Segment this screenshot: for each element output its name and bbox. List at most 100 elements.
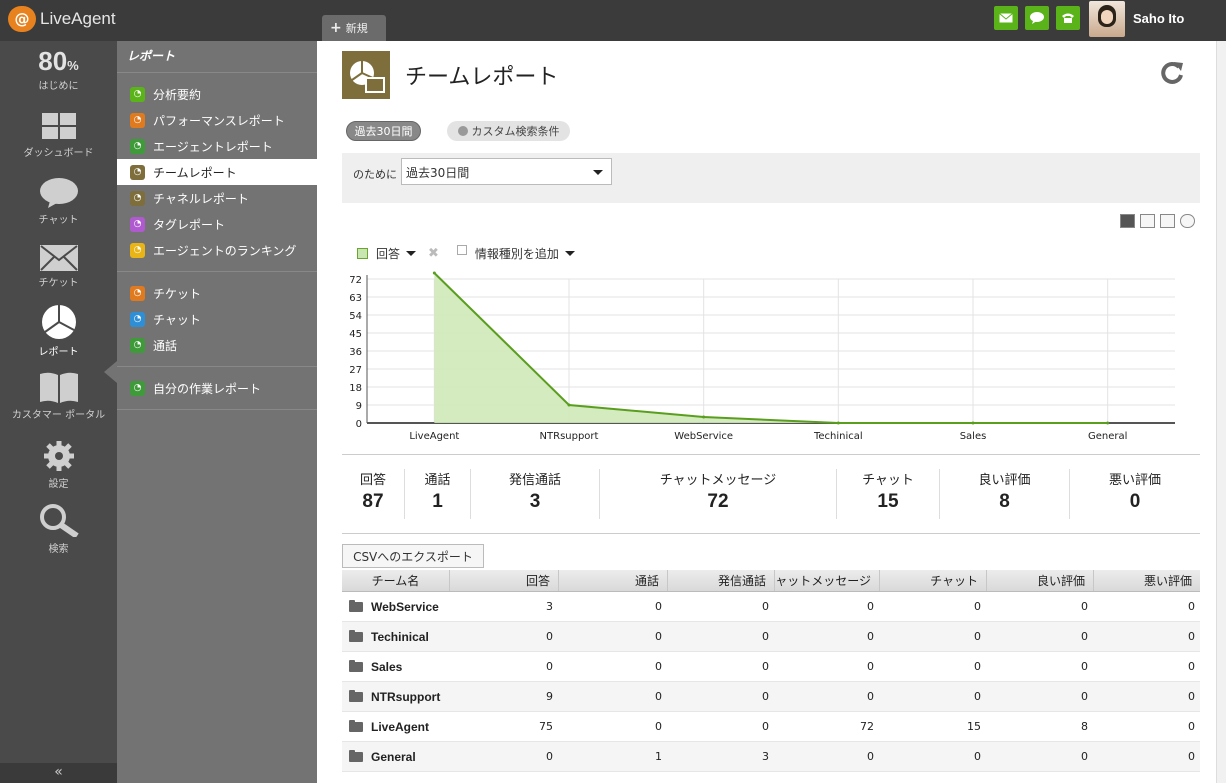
table-row[interactable]: General 0 1 3 0 0 0 0 [342, 742, 1200, 772]
team-report-icon [342, 51, 390, 99]
nav-getting-started[interactable]: 80% はじめに [0, 46, 117, 92]
team-name: Techinical [371, 629, 429, 644]
line-chart-view-icon[interactable] [1140, 214, 1155, 228]
chart-view-switcher [1120, 214, 1195, 228]
collapse-button[interactable]: « [0, 763, 117, 783]
nav-label: はじめに [38, 81, 79, 92]
period-chip[interactable]: 過去30日間 [346, 121, 421, 141]
chevron-down-icon[interactable] [564, 251, 575, 256]
stat-value: 1 [432, 491, 443, 512]
new-tab-button[interactable]: + 新規 [322, 15, 386, 41]
custom-filter-label: カスタム検索条件 [471, 125, 560, 138]
chart-svg: 0 9 18 27 36 45 54 63 72 LiveAgent NTRsupport WebSe… [349, 271, 1175, 442]
sidebar-item-label: 通話 [153, 338, 178, 353]
column-header[interactable]: チャット [879, 570, 986, 591]
sidebar-item[interactable]: ◔ タグレポート [117, 211, 317, 237]
stat-value: 3 [529, 491, 541, 512]
team-name: NTRsupport [371, 689, 441, 704]
pie-chart-view-icon[interactable] [1180, 214, 1195, 228]
nav-search[interactable]: 検索 [0, 503, 117, 555]
user-avatar[interactable] [1089, 1, 1125, 37]
nav-tickets[interactable]: チケット [0, 245, 117, 289]
sidebar-item[interactable]: ◔ 分析要約 [117, 81, 317, 107]
phone-button[interactable] [1056, 6, 1080, 30]
report-icon: ◔ [130, 190, 145, 206]
series-name[interactable]: 回答 [376, 245, 400, 262]
chat-button[interactable] [1025, 6, 1049, 30]
folder-icon [349, 659, 363, 672]
stat-value: 8 [999, 491, 1010, 512]
column-header[interactable]: 悪い評価 [1093, 570, 1200, 591]
report-icon: ◔ [130, 138, 145, 154]
nav-settings[interactable]: 設定 [0, 440, 117, 490]
table-row[interactable]: Sales 0 0 0 0 0 0 0 [342, 652, 1200, 682]
team-name-cell: NTRsupport [342, 682, 449, 711]
chevron-down-icon[interactable] [406, 251, 417, 256]
book-icon [39, 372, 78, 403]
area-chart-view-icon[interactable] [1120, 214, 1135, 228]
table-cell: 0 [655, 660, 662, 673]
table-cell: 0 [867, 750, 874, 763]
stat-item: 発信通話 3 [471, 469, 600, 519]
sidebar-title: レポート [117, 41, 317, 73]
y-tick-label: 63 [349, 293, 362, 304]
sidebar-item[interactable]: ◔ エージェントのランキング [117, 237, 317, 263]
sidebar-item[interactable]: ◔ チームレポート [117, 159, 317, 185]
column-header[interactable]: チーム名 [342, 570, 449, 591]
column-header[interactable]: 発信通話 [667, 570, 774, 591]
team-name: Sales [371, 659, 403, 674]
liveagent-logo-icon: @ [8, 6, 36, 32]
report-icon: ◔ [130, 216, 145, 232]
refresh-icon[interactable] [1159, 59, 1185, 92]
table-row[interactable]: Techinical 0 0 0 0 0 0 0 [342, 622, 1200, 652]
sidebar-item[interactable]: ◔ 自分の作業レポート [117, 375, 317, 401]
sidebar-item[interactable]: ◔ チケット [117, 280, 317, 306]
table-row[interactable]: LiveAgent 75 0 0 72 15 8 0 [342, 712, 1200, 742]
table-cell: 0 [867, 690, 874, 703]
table-cell: 0 [974, 630, 981, 643]
table-cell: 0 [1081, 660, 1088, 673]
period-select-value: 過去30日間 [406, 166, 470, 180]
table-cell: 0 [1188, 690, 1195, 703]
nav-chat[interactable]: チャット [0, 178, 117, 226]
add-metric-checkbox[interactable] [456, 245, 467, 255]
sidebar-item[interactable]: ◔ エージェントレポート [117, 133, 317, 159]
remove-series-icon[interactable]: ✖ [428, 246, 439, 261]
logo[interactable]: @ LiveAgent [8, 6, 116, 32]
column-header[interactable]: 回答 [449, 570, 558, 591]
nav-reports[interactable]: レポート [0, 304, 117, 358]
main-nav: 80% はじめに ダッシュボード チャット チケット レポート カスタマー ポー… [0, 41, 117, 783]
sidebar-item[interactable]: ◔ チャネルレポート [117, 185, 317, 211]
sidebar-item[interactable]: ◔ チャット [117, 306, 317, 332]
table-row[interactable]: WebService 3 0 0 0 0 0 0 [342, 592, 1200, 622]
nav-label: ダッシュボード [23, 148, 94, 159]
nav-dashboard[interactable]: ダッシュボード [0, 113, 117, 159]
export-csv-button[interactable]: CSVへのエクスポート [342, 544, 484, 568]
page-scrollbar[interactable] [1216, 41, 1226, 783]
period-select[interactable]: 過去30日間 [401, 158, 612, 185]
table-cell: 0 [762, 660, 769, 673]
x-tick-label: LiveAgent [409, 431, 459, 442]
table-cell: 0 [1188, 630, 1195, 643]
table-cell: 0 [974, 660, 981, 673]
folder-icon [349, 749, 363, 762]
person-icon [457, 126, 468, 136]
nav-customer-portal[interactable]: カスタマー ポータル [0, 371, 117, 421]
table-cell: 72 [860, 720, 874, 733]
sidebar-item[interactable]: ◔ パフォーマンスレポート [117, 107, 317, 133]
table-cell: 0 [762, 630, 769, 643]
stat-item: チャットメッセージ 72 [600, 469, 837, 519]
column-header[interactable]: ャットメッセージ [774, 570, 879, 591]
bar-chart-view-icon[interactable] [1160, 214, 1175, 228]
custom-filter-chip[interactable]: カスタム検索条件 [447, 121, 570, 141]
column-header[interactable]: 良い評価 [986, 570, 1093, 591]
team-name-cell: LiveAgent [342, 712, 449, 741]
sidebar-item[interactable]: ◔ 通話 [117, 332, 317, 358]
table-row[interactable]: NTRsupport 9 0 0 0 0 0 0 [342, 682, 1200, 712]
mail-button[interactable] [994, 6, 1018, 30]
table-cell: 1 [655, 750, 662, 763]
gear-icon [43, 441, 74, 471]
column-header[interactable]: 通話 [558, 570, 667, 591]
user-name[interactable]: Saho Ito [1133, 11, 1184, 26]
add-metric-label[interactable]: 情報種別を追加 [475, 245, 559, 262]
